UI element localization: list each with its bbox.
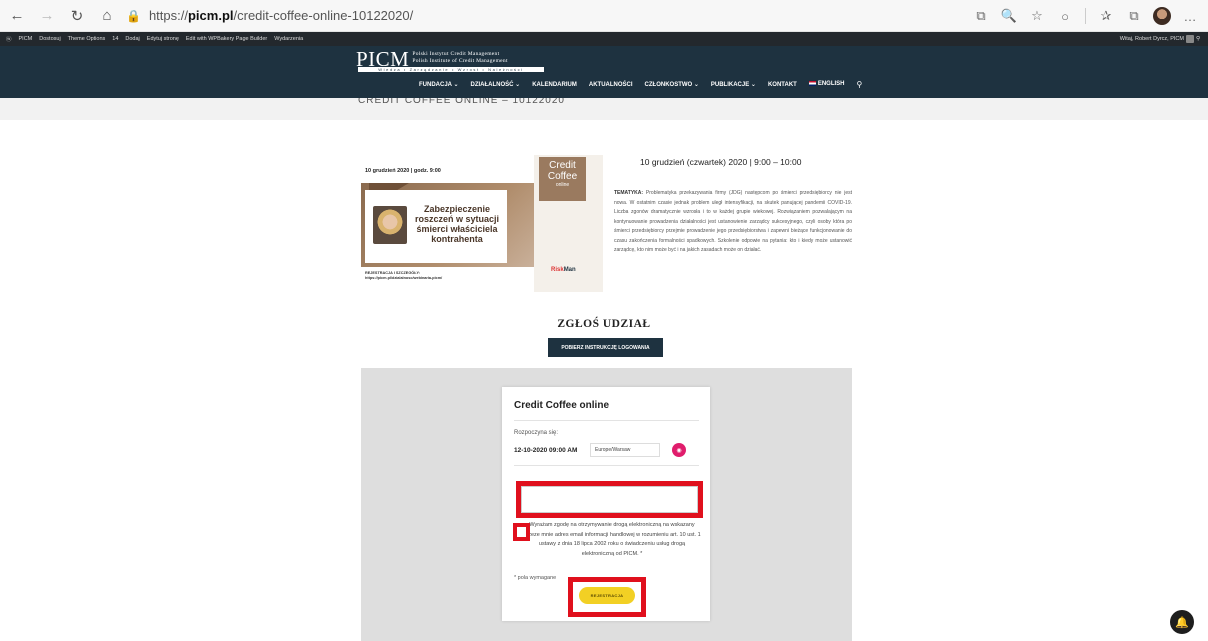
favorites-icon[interactable]: ✰: [1094, 3, 1118, 29]
uk-flag-icon: [808, 81, 816, 87]
event-banner-image: 10 grudzień 2020 | godz. 9:00 Credit Cof…: [361, 155, 603, 292]
main-navigation: FUNDACJA ⌄ DZIAŁALNOŚĆ ⌄ KALENDARIUM AKT…: [419, 80, 862, 89]
form-title: Credit Coffee online: [514, 400, 610, 411]
credit-coffee-logo: Credit Coffee online: [539, 157, 586, 201]
nav-english-label: ENGLISH: [817, 81, 845, 88]
form-divider: [514, 420, 699, 421]
nav-kalendarium[interactable]: KALENDARIUM: [532, 82, 577, 88]
nav-dzialalnosc[interactable]: DZIAŁALNOŚĆ ⌄: [470, 81, 520, 88]
riskman-a: Risk: [551, 267, 564, 273]
speaker-photo: [373, 206, 407, 244]
read-mode-icon[interactable]: ⧉: [969, 3, 993, 29]
event-datetime: 12-10-2020 09:00 AM: [514, 447, 578, 454]
timezone-select[interactable]: Europe/Warsaw: [590, 443, 660, 457]
zoom-icon[interactable]: 🔍: [997, 3, 1021, 29]
browser-toolbar: ← → ↻ ⌂ 🔒 https://picm.pl/credit-coffee-…: [0, 0, 1208, 32]
banner-title: Zabezpieczenie roszczeń w sytuacji śmier…: [414, 204, 500, 244]
riskman-logo: RiskMan: [551, 267, 576, 273]
register-button[interactable]: REJESTRACJA: [579, 587, 635, 604]
form-divider: [514, 465, 699, 466]
profile-avatar[interactable]: [1150, 3, 1174, 29]
nav-fundacja[interactable]: FUNDACJA ⌄: [419, 81, 458, 88]
url-prefix: https://: [148, 8, 188, 23]
nav-aktualnosci[interactable]: AKTUALNOŚCI: [589, 82, 633, 88]
site-header: PICM Polski Instytut Credit Management P…: [0, 46, 1208, 98]
nav-publikacje[interactable]: PUBLIKACJE ⌄: [711, 81, 756, 88]
address-bar[interactable]: 🔒 https://picm.pl/credit-coffee-online-1…: [126, 8, 413, 23]
admin-item-edit-page[interactable]: Edytuj stronę: [147, 36, 179, 42]
wp-admin-bar: ⓦ PICM Dostosuj Theme Options 14 Dodaj E…: [0, 32, 1208, 46]
logo-line-pl: Polski Instytut Credit Management: [412, 51, 500, 57]
collections-icon[interactable]: ⧉: [1122, 3, 1146, 29]
required-note: * pola wymagane: [514, 575, 557, 581]
nav-english[interactable]: ENGLISH: [808, 81, 845, 88]
avatar: [1153, 7, 1171, 25]
back-icon[interactable]: ←: [4, 3, 30, 29]
url-host: picm.pl: [187, 8, 234, 23]
desc-label: TEMATYKA:: [614, 190, 644, 196]
email-field[interactable]: [521, 486, 698, 513]
admin-item-updates[interactable]: 14: [112, 36, 118, 42]
lock-icon: 🔒: [126, 8, 141, 23]
favorite-star-icon[interactable]: ☆: [1025, 3, 1049, 29]
admin-item-site[interactable]: PICM: [19, 36, 33, 42]
refresh-icon[interactable]: ↻: [64, 3, 90, 29]
forward-icon[interactable]: →: [34, 3, 60, 29]
home-icon[interactable]: ⌂: [94, 3, 120, 29]
search-icon[interactable]: ⚲: [857, 80, 863, 89]
timezone-button-icon[interactable]: ◉: [672, 443, 686, 457]
nav-kontakt[interactable]: KONTAKT: [768, 82, 797, 88]
nav-czlonkostwo[interactable]: CZŁONKOSTWO ⌄: [645, 81, 699, 88]
cc-line3: online: [555, 182, 570, 188]
event-description: TEMATYKA: Problematyka przekazywania fir…: [614, 189, 852, 256]
consent-checkbox[interactable]: [513, 523, 530, 541]
riskman-b: Man: [563, 267, 576, 273]
admin-greeting[interactable]: Witaj, Robert Dyrcz, PICM: [1120, 36, 1184, 42]
desc-text: Problematyka przekazywania firmy (JDG) n…: [614, 190, 852, 253]
admin-item-wpbakery[interactable]: Edit with WPBakery Page Builder: [186, 36, 267, 42]
notification-bell-icon[interactable]: 🔔: [1170, 610, 1194, 634]
email-field-highlight: [516, 481, 703, 518]
user-avatar-icon[interactable]: [1185, 35, 1194, 43]
consent-text: Wyrażam zgodę na otrzymywanie drogą elek…: [523, 522, 701, 557]
admin-item-customize[interactable]: Dostosuj: [39, 36, 60, 42]
cc-line1: Credit: [549, 160, 576, 171]
submit-highlight: REJESTRACJA: [568, 577, 646, 617]
event-date: 10 grudzień (czwartek) 2020 | 9:00 – 10:…: [640, 157, 802, 167]
banner-registration: REJESTRACJA I SZCZEGÓŁY: https://picm.pl…: [365, 271, 442, 281]
admin-item-theme-options[interactable]: Theme Options: [68, 36, 106, 42]
admin-item-events[interactable]: Wydarzenia: [274, 36, 303, 42]
wordpress-icon[interactable]: ⓦ: [6, 35, 12, 43]
download-instructions-button[interactable]: POBIERZ INSTRUKCJĘ LOGOWANIA: [548, 338, 663, 357]
more-menu-icon[interactable]: …: [1178, 3, 1202, 29]
logo-tagline-strip: Wiedza • Zarządzanie • Wzrost • Należnoś…: [358, 67, 544, 72]
admin-item-new[interactable]: Dodaj: [125, 36, 139, 42]
banner-date: 10 grudzień 2020 | godz. 9:00: [365, 168, 441, 174]
logo-line-en: Polish Institute of Credit Management: [412, 58, 508, 64]
toolbar-divider: [1085, 8, 1086, 24]
admin-search-icon[interactable]: ⚲: [1196, 36, 1200, 42]
extension-icon[interactable]: ○: [1053, 3, 1077, 29]
url-path: /credit-coffee-online-10122020/: [233, 8, 414, 23]
banner-reg-url: https://picm.pl/dzialalnosc/webinaria-pi…: [365, 276, 443, 280]
page-title: CREDIT COFFEE ONLINE – 10122020: [358, 98, 565, 106]
registration-form: Credit Coffee online Rozpoczyna się: 12-…: [502, 387, 710, 621]
signup-heading: ZGŁOŚ UDZIAŁ: [557, 318, 651, 330]
starts-label: Rozpoczyna się:: [514, 430, 559, 436]
page-title-bar: CREDIT COFFEE ONLINE – 10122020: [0, 98, 1208, 120]
cc-line2: Coffee: [547, 171, 578, 182]
